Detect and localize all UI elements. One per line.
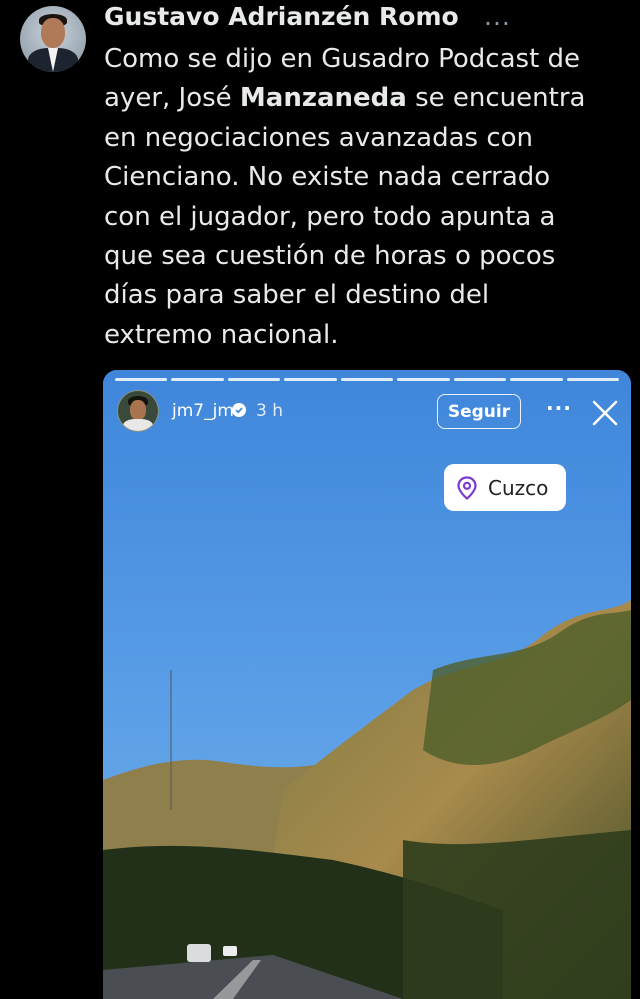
location-label: Cuzco xyxy=(488,475,549,500)
tweet-line: que sea cuestión de horas o pocos xyxy=(104,241,556,272)
tweet-text-segment: se encuentra xyxy=(406,83,586,114)
progress-segment xyxy=(510,378,563,381)
tweet-line: en negociaciones avanzadas con xyxy=(104,122,534,153)
progress-segment xyxy=(566,378,619,381)
progress-segment xyxy=(340,378,394,381)
follow-button[interactable]: Seguir xyxy=(437,394,521,429)
author-name[interactable]: Gustavo Adrianzén Romo xyxy=(104,2,459,31)
story-username[interactable]: jm7_jm xyxy=(172,401,234,421)
tweet-line: ayer, José Manzaneda se encuentra xyxy=(104,79,634,118)
location-sticker[interactable]: Cuzco xyxy=(444,464,566,511)
tweet-line: Cienciano. No existe nada cerrado xyxy=(104,162,551,193)
progress-segment xyxy=(453,378,507,381)
story-timestamp: 3 h xyxy=(256,401,283,421)
tweet-line: extremo nacional. xyxy=(104,319,339,350)
tweet-text: Como se dijo en Gusadro Podcast de ayer,… xyxy=(104,40,634,355)
progress-segment xyxy=(171,378,224,381)
tweet-line: Como se dijo en Gusadro Podcast de xyxy=(104,44,581,74)
progress-segment xyxy=(397,378,450,381)
tweet-line: días para saber el destino del xyxy=(104,280,490,311)
progress-segment xyxy=(284,378,337,381)
story-user-avatar[interactable] xyxy=(117,390,159,432)
highlighted-name: Manzaneda xyxy=(239,83,407,114)
instagram-story-image[interactable]: jm7_jm 3 h Seguir ··· Cuzco xyxy=(103,370,631,999)
tweet-more-button[interactable]: ... xyxy=(484,2,511,31)
progress-segment xyxy=(115,378,168,381)
tweet-text-segment: ayer, José xyxy=(104,83,240,114)
story-more-button[interactable]: ··· xyxy=(546,396,572,420)
close-icon[interactable] xyxy=(592,400,618,426)
verified-icon xyxy=(232,403,246,417)
tweet-line: con el jugador, pero todo apunta a xyxy=(104,201,556,232)
author-avatar[interactable] xyxy=(20,6,86,72)
location-pin-icon xyxy=(457,475,477,500)
progress-segment xyxy=(227,378,281,381)
story-progress-bar xyxy=(115,378,619,381)
